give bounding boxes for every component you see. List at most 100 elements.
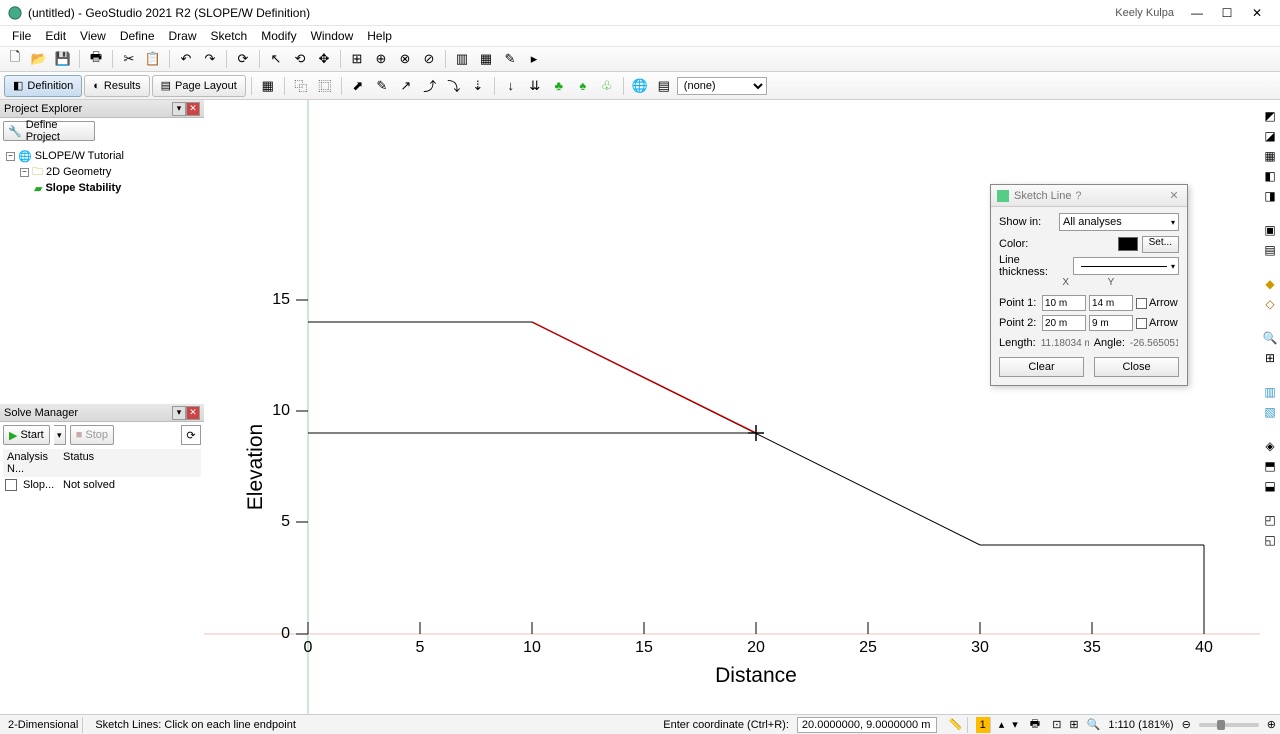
pointer-icon[interactable]: ↖ [265, 48, 287, 70]
print-icon[interactable]: 🖶 [85, 48, 107, 70]
sm-close-icon[interactable]: ✕ [186, 406, 200, 420]
solve-row[interactable]: Slop... Not solved [3, 477, 201, 493]
tool-b-icon[interactable]: ▸ [523, 48, 545, 70]
menu-help[interactable]: Help [361, 27, 398, 45]
page-indicator[interactable]: 1 [976, 717, 991, 733]
entry-icon[interactable]: ⬈ [347, 75, 369, 97]
point1-y-input[interactable] [1089, 295, 1133, 311]
rs-icon-18[interactable]: ◱ [1262, 532, 1278, 548]
slip-icon[interactable]: ✎ [371, 75, 393, 97]
refresh-icon[interactable]: ⟳ [232, 48, 254, 70]
new-icon[interactable]: 🗋 [4, 48, 26, 70]
rs-icon-5[interactable]: ◨ [1262, 188, 1278, 204]
pan-icon[interactable]: ✥ [313, 48, 335, 70]
rs-icon-8[interactable]: ◆ [1262, 276, 1278, 292]
help-icon[interactable]: ? [1071, 190, 1085, 202]
menu-edit[interactable]: Edit [39, 27, 72, 45]
menu-view[interactable]: View [74, 27, 112, 45]
undo-icon[interactable]: ↶ [175, 48, 197, 70]
grid-icon[interactable]: ▦ [257, 75, 279, 97]
rs-icon-3[interactable]: ▦ [1262, 148, 1278, 164]
world-icon[interactable]: 🌐 [629, 75, 651, 97]
dock-icon[interactable]: ▾ [172, 102, 186, 116]
surcharge-icon[interactable]: ⇣ [467, 75, 489, 97]
snap4-icon[interactable]: ⊘ [418, 48, 440, 70]
maximize-button[interactable]: ☐ [1212, 3, 1242, 23]
rs-icon-16[interactable]: ⬓ [1262, 478, 1278, 494]
save-icon[interactable]: 💾 [52, 48, 74, 70]
close-dialog-button[interactable]: Close [1094, 357, 1179, 377]
snap2-icon[interactable]: ⊕ [370, 48, 392, 70]
collapse-icon[interactable]: − [20, 168, 29, 177]
rs-icon-6[interactable]: ▣ [1262, 222, 1278, 238]
layer-icon[interactable]: ▤ [653, 75, 675, 97]
tension-icon[interactable]: ⤴ [419, 75, 441, 97]
veg1-icon[interactable]: ♣ [548, 75, 570, 97]
veg2-icon[interactable]: ♠ [572, 75, 594, 97]
rs-icon-2[interactable]: ◪ [1262, 128, 1278, 144]
set-color-button[interactable]: Set... [1142, 236, 1179, 253]
rs-icon-12[interactable]: ▥ [1262, 384, 1278, 400]
support1-icon[interactable]: ↓ [500, 75, 522, 97]
tab-results[interactable]: ◐ Results [84, 75, 149, 97]
region-icon[interactable]: ▥ [451, 48, 473, 70]
show-in-select[interactable]: All analyses▾ [1059, 213, 1179, 231]
print-status-icon[interactable]: 🖶 [1026, 717, 1044, 733]
dock-icon[interactable]: ▾ [172, 406, 186, 420]
rs-icon-4[interactable]: ◧ [1262, 168, 1278, 184]
dialog-titlebar[interactable]: Sketch Line ? ✕ [991, 185, 1187, 207]
drawing-canvas[interactable]: 0 5 10 15 0 5 10 15 20 25 30 35 [204, 100, 1260, 714]
pwp-icon[interactable]: ↗ [395, 75, 417, 97]
snap1-icon[interactable]: ⊞ [346, 48, 368, 70]
row-checkbox[interactable] [5, 479, 17, 491]
rs-icon-13[interactable]: ▧ [1262, 404, 1278, 420]
cut-icon[interactable]: ✂ [118, 48, 140, 70]
tree-geometry[interactable]: − 🗀 2D Geometry [20, 164, 198, 180]
rs-icon-15[interactable]: ⬒ [1262, 458, 1278, 474]
layer-select[interactable]: (none) [677, 77, 767, 95]
paste-icon[interactable]: 📋 [142, 48, 164, 70]
dialog-close-icon[interactable]: ✕ [1167, 189, 1181, 202]
menu-define[interactable]: Define [114, 27, 161, 45]
support2-icon[interactable]: ⇊ [524, 75, 546, 97]
tab-page-layout[interactable]: ▤ Page Layout [152, 75, 246, 97]
thickness-select[interactable]: ▾ [1073, 257, 1179, 275]
anchor-icon[interactable]: ⤵ [443, 75, 465, 97]
point2-y-input[interactable] [1089, 315, 1133, 331]
define-project-button[interactable]: 🔧 Define Project [3, 121, 95, 141]
rs-icon-10[interactable]: 🔍 [1262, 330, 1278, 346]
coord-input[interactable]: 20.0000000, 9.0000000 m [797, 717, 937, 733]
zoom-slider[interactable] [1199, 723, 1259, 727]
menu-window[interactable]: Window [305, 27, 360, 45]
point1-x-input[interactable] [1042, 295, 1086, 311]
minimize-button[interactable]: — [1182, 3, 1212, 23]
menu-draw[interactable]: Draw [163, 27, 203, 45]
refresh-solve-icon[interactable]: ⟳ [181, 425, 201, 445]
pe-close-icon[interactable]: ✕ [186, 102, 200, 116]
tool-a-icon[interactable]: ✎ [499, 48, 521, 70]
start-dropdown[interactable]: ▾ [54, 425, 66, 445]
rs-icon-17[interactable]: ◰ [1262, 512, 1278, 528]
rs-icon-7[interactable]: ▤ [1262, 242, 1278, 258]
material-icon[interactable]: ▦ [475, 48, 497, 70]
start-button[interactable]: ▶ Start [3, 425, 50, 445]
rotate-icon[interactable]: ⟲ [289, 48, 311, 70]
point2-x-input[interactable] [1042, 315, 1086, 331]
redo-icon[interactable]: ↷ [199, 48, 221, 70]
point1-arrow-checkbox[interactable] [1136, 298, 1147, 309]
menu-modify[interactable]: Modify [255, 27, 302, 45]
snap3-icon[interactable]: ⊗ [394, 48, 416, 70]
copy-view-icon[interactable]: ⿻ [290, 75, 312, 97]
veg3-icon[interactable]: ♧ [596, 75, 618, 97]
tab-definition[interactable]: ◧ Definition [4, 75, 82, 97]
open-icon[interactable]: 📂 [28, 48, 50, 70]
menu-sketch[interactable]: Sketch [205, 27, 254, 45]
rs-icon-1[interactable]: ◩ [1262, 108, 1278, 124]
collapse-icon[interactable]: − [6, 152, 15, 161]
point2-arrow-checkbox[interactable] [1136, 318, 1147, 329]
rs-icon-11[interactable]: ⊞ [1262, 350, 1278, 366]
copy2-icon[interactable]: ⿴ [314, 75, 336, 97]
menu-file[interactable]: File [6, 27, 37, 45]
stop-button[interactable]: ■ Stop [70, 425, 114, 445]
tree-analysis[interactable]: ▰ Slope Stability [34, 180, 198, 196]
